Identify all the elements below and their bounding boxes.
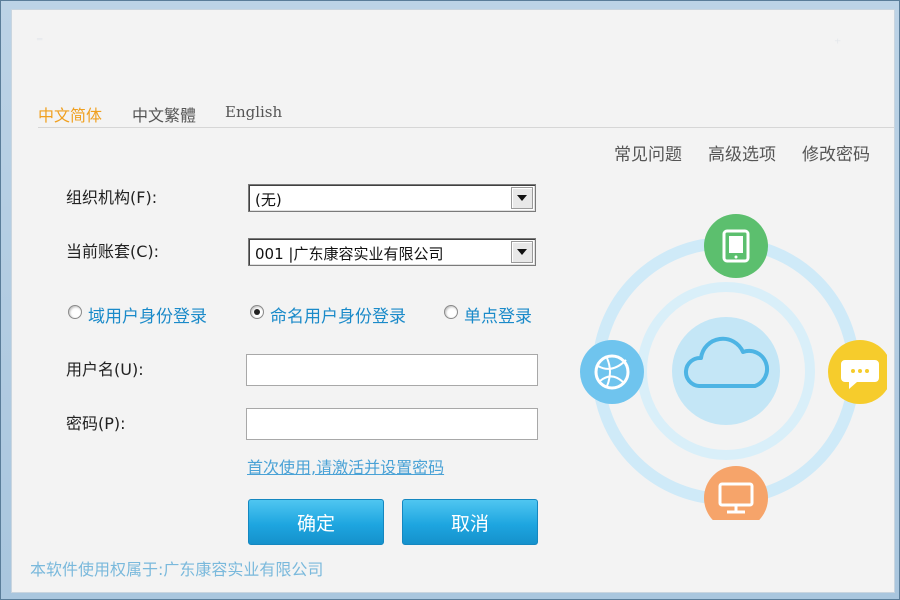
cancel-button[interactable]: 取消 [402, 499, 538, 545]
login-panel: ⁼ ⁺ 中文简体 中文繁體 English 常见问题 高级选项 修改密码 组织机… [11, 9, 895, 593]
radio-button[interactable] [444, 305, 458, 319]
login-mode-sso[interactable]: 单点登录 [444, 302, 554, 327]
top-links: 常见问题 高级选项 修改密码 [614, 140, 874, 165]
radio-button[interactable] [250, 305, 264, 319]
lang-simplified-chinese[interactable]: 中文简体 [38, 102, 102, 126]
chevron-down-icon[interactable] [511, 241, 533, 263]
login-mode-sso-label: 单点登录 [464, 307, 532, 327]
license-footer: 本软件使用权属于:广东康容实业有限公司 [30, 560, 324, 579]
chat-bubble-icon[interactable] [828, 340, 887, 404]
password-input[interactable] [246, 408, 538, 440]
password-label: 密码(P): [66, 414, 126, 433]
org-select-value: (无) [255, 191, 282, 209]
org-select[interactable]: (无) [248, 184, 536, 212]
globe-icon[interactable] [580, 340, 644, 404]
chevron-down-icon[interactable] [511, 187, 533, 209]
login-mode-domain[interactable]: 域用户身份登录 [68, 302, 228, 327]
login-mode-named-label: 命名用户身份登录 [270, 307, 406, 327]
center-disc [672, 317, 780, 425]
account-select[interactable]: 001 |广东康容实业有限公司 [248, 238, 536, 266]
account-label: 当前账套(C): [66, 242, 160, 261]
lang-traditional-chinese[interactable]: 中文繁體 [132, 102, 196, 126]
language-bar: 中文简体 中文繁體 English [38, 98, 894, 128]
login-mode-named[interactable]: 命名用户身份登录 [250, 302, 430, 327]
advanced-options-link[interactable]: 高级选项 [708, 140, 776, 165]
monitor-icon[interactable] [704, 466, 768, 520]
change-password-link[interactable]: 修改密码 [802, 140, 870, 165]
login-mode-domain-label: 域用户身份登录 [88, 307, 207, 327]
tablet-icon[interactable] [704, 214, 768, 278]
activate-account-link[interactable]: 首次使用,请激活并设置密码 [247, 454, 444, 478]
faq-link[interactable]: 常见问题 [614, 140, 682, 165]
lang-english[interactable]: English [225, 103, 282, 121]
account-select-value: 001 |广东康容实业有限公司 [255, 245, 444, 263]
window-menu-icon[interactable]: ⁼ [36, 34, 76, 54]
window-close-icon[interactable]: ⁺ [834, 36, 854, 56]
cloud-orbit-illustration [580, 214, 887, 520]
username-label: 用户名(U): [66, 360, 144, 379]
ok-button[interactable]: 确定 [248, 499, 384, 545]
radio-button[interactable] [68, 305, 82, 319]
username-input[interactable] [246, 354, 538, 386]
org-label: 组织机构(F): [66, 188, 158, 207]
login-window: ⁼ ⁺ 中文简体 中文繁體 English 常见问题 高级选项 修改密码 组织机… [0, 0, 900, 600]
